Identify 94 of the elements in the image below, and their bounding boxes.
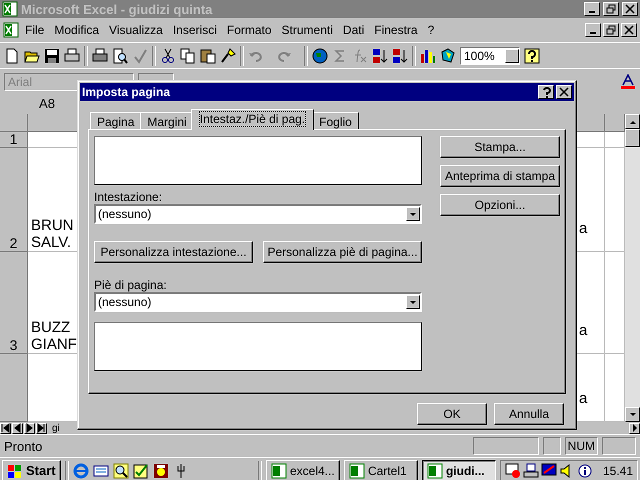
printer-icon[interactable] bbox=[64, 48, 80, 64]
clock: 15.41 bbox=[602, 464, 633, 478]
magnifier-icon[interactable] bbox=[112, 48, 128, 64]
row-header[interactable]: 2 bbox=[0, 148, 28, 252]
info-icon[interactable] bbox=[576, 462, 593, 478]
sort-descending-icon[interactable] bbox=[392, 48, 408, 64]
status-panel bbox=[602, 437, 636, 455]
font-color-icon[interactable] bbox=[620, 74, 636, 90]
map-icon[interactable] bbox=[440, 48, 456, 64]
dialog-button[interactable]: Anteprima di stampa bbox=[440, 165, 560, 187]
close-button[interactable] bbox=[621, 23, 637, 37]
scroll-thumb[interactable] bbox=[625, 129, 640, 147]
display-icon[interactable] bbox=[540, 462, 557, 478]
workbook-icon[interactable] bbox=[3, 22, 19, 38]
windows-logo-icon bbox=[7, 462, 23, 478]
spell-check-icon[interactable] bbox=[132, 48, 148, 64]
restore-icon bbox=[606, 25, 616, 35]
printer-icon[interactable] bbox=[92, 48, 108, 64]
taskbar-button[interactable]: Cartel1 bbox=[344, 460, 418, 480]
minimize-icon bbox=[589, 11, 595, 13]
excel-icon[interactable] bbox=[2, 1, 18, 17]
menu-item[interactable]: Visualizza bbox=[105, 23, 167, 37]
dialog-button[interactable]: Opzioni... bbox=[440, 194, 560, 216]
last-sheet-icon[interactable] bbox=[37, 423, 46, 433]
customize-button[interactable]: Personalizza intestazione... bbox=[94, 241, 253, 263]
field-label: Intestazione: bbox=[94, 190, 164, 204]
taskbar-button[interactable]: giudi... bbox=[422, 460, 496, 480]
menu-item[interactable]: Inserisci bbox=[168, 23, 221, 37]
next-sheet-icon[interactable] bbox=[25, 423, 34, 433]
row-header[interactable]: 3 bbox=[0, 252, 28, 354]
channels-icon[interactable] bbox=[92, 462, 109, 478]
num-lock-indicator: NUM bbox=[564, 437, 598, 455]
paste-icon[interactable] bbox=[200, 48, 216, 64]
close-icon bbox=[624, 25, 634, 35]
minimize-button[interactable] bbox=[584, 2, 600, 16]
close-button[interactable] bbox=[622, 2, 638, 16]
customize-button[interactable]: Personalizza piè di pagina... bbox=[263, 241, 422, 263]
menu-item[interactable]: Formato bbox=[222, 23, 276, 37]
dialog-button[interactable]: Stampa... bbox=[440, 136, 560, 158]
close-icon bbox=[625, 4, 635, 14]
right-arrow-icon[interactable] bbox=[630, 423, 638, 433]
taskbar-button[interactable]: excel4... bbox=[266, 460, 340, 480]
menu-item[interactable]: ? bbox=[424, 23, 438, 37]
dialog-button[interactable]: Annulla bbox=[494, 403, 564, 425]
document-icon bbox=[270, 462, 287, 478]
minimize-button[interactable] bbox=[585, 23, 601, 37]
copy-icon[interactable] bbox=[180, 48, 196, 64]
scheduler-icon[interactable] bbox=[504, 462, 521, 478]
menu-item[interactable]: Finestra bbox=[370, 23, 422, 37]
menu-item[interactable]: Modifica bbox=[50, 23, 104, 37]
bar-chart-icon[interactable] bbox=[420, 48, 436, 64]
tab[interactable]: Intestaz./Piè di pag. bbox=[190, 109, 314, 130]
sort-ascending-icon[interactable] bbox=[372, 48, 388, 64]
first-sheet-icon[interactable] bbox=[1, 423, 10, 433]
header-dropdown[interactable]: (nessuno) bbox=[94, 204, 422, 224]
restore-button[interactable] bbox=[603, 23, 619, 37]
network-icon[interactable] bbox=[522, 462, 539, 478]
document-icon bbox=[426, 462, 443, 478]
checklist-icon[interactable] bbox=[132, 462, 149, 478]
document-icon bbox=[348, 462, 365, 478]
up-arrow-icon[interactable] bbox=[628, 118, 636, 124]
help-button[interactable] bbox=[538, 85, 554, 99]
close-icon bbox=[559, 87, 569, 97]
menu-item[interactable]: Dati bbox=[338, 23, 368, 37]
menu-item[interactable]: File bbox=[21, 23, 48, 37]
help-icon[interactable] bbox=[524, 48, 540, 64]
down-arrow-icon[interactable] bbox=[628, 412, 636, 418]
sheet-tab[interactable]: gi bbox=[48, 422, 64, 434]
menu-item[interactable]: Strumenti bbox=[278, 23, 337, 37]
tab[interactable]: Foglio bbox=[312, 112, 359, 130]
dialog-button[interactable]: OK bbox=[417, 403, 487, 425]
cut-icon[interactable] bbox=[160, 48, 176, 64]
close-button[interactable] bbox=[556, 85, 572, 99]
previous-sheet-icon[interactable] bbox=[13, 423, 22, 433]
restore-button[interactable] bbox=[603, 2, 619, 16]
row-header[interactable]: 1 bbox=[0, 132, 28, 148]
start-button[interactable]: Start bbox=[2, 460, 61, 480]
status-panel bbox=[472, 437, 539, 455]
window-title: Microsoft Excel - giudizi quinta bbox=[21, 2, 214, 16]
zoom-combo[interactable]: 100% bbox=[460, 46, 520, 64]
tab[interactable]: Pagina bbox=[90, 112, 142, 130]
minimize-icon bbox=[590, 32, 596, 34]
paintbrush-icon[interactable] bbox=[220, 48, 236, 64]
new-document-icon[interactable] bbox=[4, 48, 20, 64]
restore-icon bbox=[606, 4, 616, 14]
globe-icon[interactable] bbox=[312, 48, 328, 64]
media-icon[interactable] bbox=[152, 462, 169, 478]
magnifier-icon[interactable] bbox=[112, 462, 129, 478]
save-icon[interactable] bbox=[44, 48, 60, 64]
status-panel bbox=[542, 437, 561, 455]
field-label: Piè di pagina: bbox=[94, 278, 168, 292]
status-text: Pronto bbox=[4, 438, 42, 454]
footer-dropdown[interactable]: (nessuno) bbox=[94, 292, 422, 312]
question-mark-icon bbox=[542, 86, 550, 98]
